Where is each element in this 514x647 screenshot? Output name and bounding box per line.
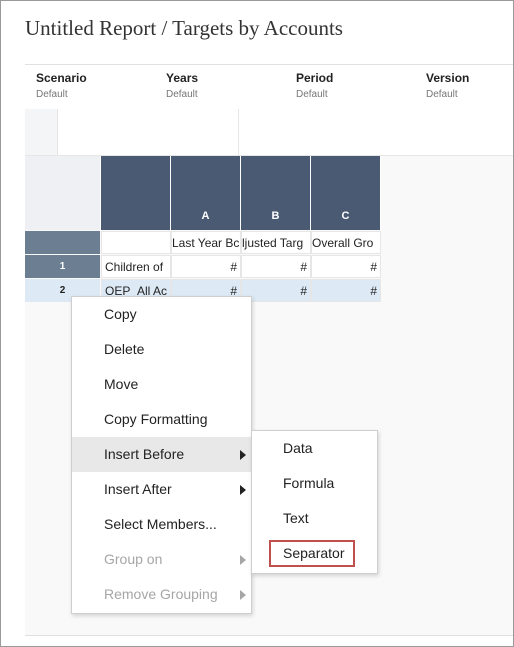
pov-value: Default	[36, 89, 68, 100]
menu-item-label: Insert Before	[104, 446, 185, 462]
menu-item-insert-before[interactable]: Insert Before	[72, 437, 251, 472]
pov-label: Period	[296, 71, 334, 85]
pov-years[interactable]: Years Default	[166, 71, 286, 100]
submenu-item-formula[interactable]: Formula	[252, 466, 377, 501]
menu-item-label: Insert After	[104, 481, 172, 497]
menu-item-label: Remove Grouping	[104, 586, 218, 602]
data-cell[interactable]: #	[311, 279, 381, 302]
column-heading-cell[interactable]: Overall Gro	[311, 231, 381, 254]
menu-item-select-members[interactable]: Select Members...	[72, 507, 251, 542]
column-header-a[interactable]: A	[171, 156, 241, 230]
column-heading-cell[interactable]: ljusted Targ	[241, 231, 311, 254]
cell-toolbar	[25, 109, 513, 156]
menu-item-group-on: Group on	[72, 542, 251, 577]
page-title: Untitled Report / Targets by Accounts	[25, 16, 343, 40]
pov-label: Years	[166, 71, 199, 85]
menu-item-delete[interactable]: Delete	[72, 332, 251, 367]
submenu-arrow-icon	[240, 555, 246, 565]
menu-item-copy-formatting[interactable]: Copy Formatting	[72, 402, 251, 437]
row-header-heading[interactable]	[25, 231, 100, 254]
column-header-b[interactable]: B	[241, 156, 311, 230]
data-cell[interactable]: #	[241, 255, 311, 278]
menu-item-remove-grouping: Remove Grouping	[72, 577, 251, 612]
pov-label: Scenario	[36, 71, 87, 85]
pov-version[interactable]: Version Default	[426, 71, 514, 100]
pov-value: Default	[166, 89, 198, 100]
pov-value: Default	[296, 89, 328, 100]
column-letter: C	[341, 210, 350, 222]
pov-period[interactable]: Period Default	[296, 71, 416, 100]
row-label-cell[interactable]: Children of	[101, 255, 171, 278]
toolbar-formula-cell[interactable]	[58, 109, 239, 155]
grid-corner[interactable]	[25, 156, 101, 230]
pov-label: Version	[426, 71, 470, 85]
column-heading-cell[interactable]: Last Year Bc	[171, 231, 241, 254]
menu-item-insert-after[interactable]: Insert After	[72, 472, 251, 507]
data-cell[interactable]: #	[311, 255, 381, 278]
row-context-menu: Copy Delete Move Copy Formatting Insert …	[71, 296, 252, 614]
grid-cell[interactable]	[101, 231, 171, 254]
toolbar-cell-ref[interactable]	[25, 109, 58, 155]
row-header-1[interactable]: 1	[25, 255, 100, 278]
column-letter: B	[271, 210, 280, 222]
pov-bar: Scenario Default Years Default Period De…	[25, 64, 513, 110]
submenu-arrow-icon	[240, 450, 246, 460]
column-letter: A	[201, 210, 210, 222]
submenu-arrow-icon	[240, 590, 246, 600]
menu-item-label: Group on	[104, 551, 163, 567]
pov-scenario[interactable]: Scenario Default	[36, 71, 156, 100]
column-header-c[interactable]: C	[311, 156, 381, 230]
submenu-item-data[interactable]: Data	[252, 431, 377, 466]
highlight-box	[269, 540, 355, 567]
menu-item-move[interactable]: Move	[72, 367, 251, 402]
pov-value: Default	[426, 89, 458, 100]
submenu-arrow-icon	[240, 485, 246, 495]
menu-item-copy[interactable]: Copy	[72, 297, 251, 332]
submenu-item-text[interactable]: Text	[252, 501, 377, 536]
column-header-label[interactable]	[101, 156, 171, 230]
data-cell[interactable]: #	[171, 255, 241, 278]
